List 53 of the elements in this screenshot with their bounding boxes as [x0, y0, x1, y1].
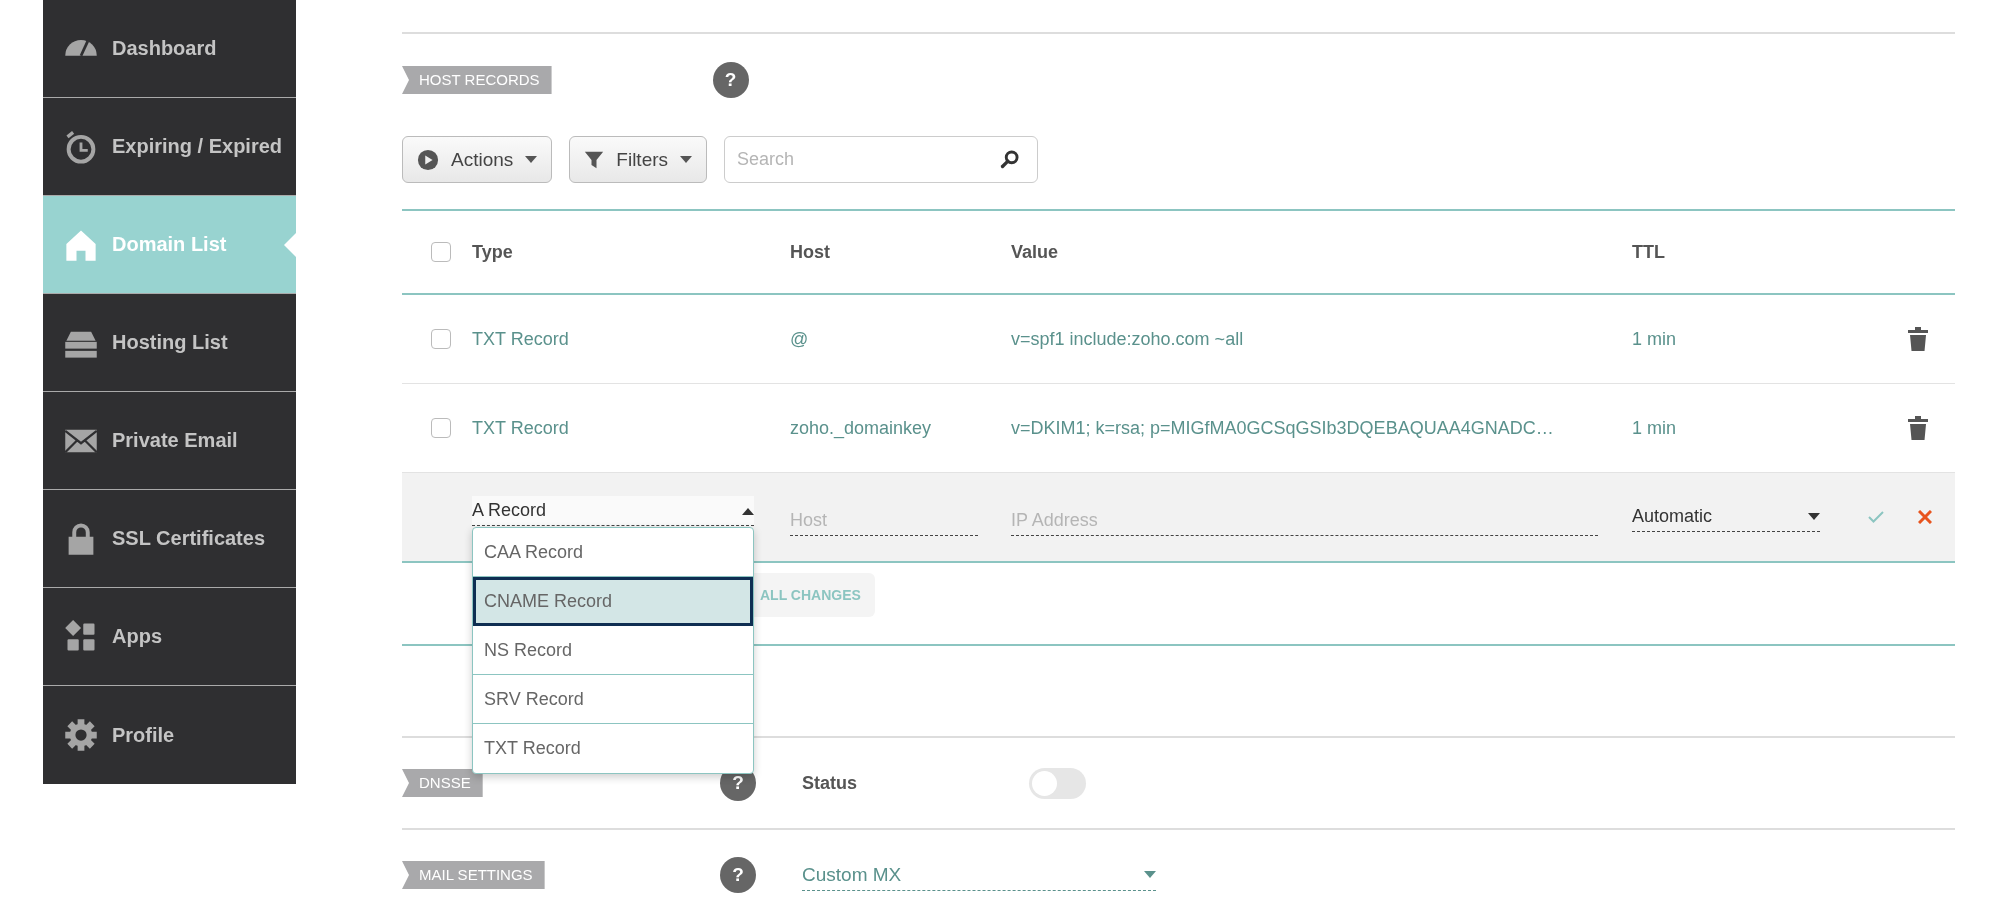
help-button[interactable]: ? [712, 62, 749, 98]
checkbox[interactable] [431, 418, 451, 438]
menu-option[interactable]: CNAME Record [473, 577, 753, 626]
caret-icon [680, 155, 693, 164]
funnel-icon [584, 149, 605, 170]
search-field[interactable]: Search [724, 136, 1039, 183]
column-header: TTL [1632, 241, 1665, 263]
search-icon [1000, 149, 1021, 169]
caret-icon [1808, 512, 1820, 521]
selection-pointer [284, 233, 296, 257]
filters-button[interactable]: Filters [569, 136, 708, 183]
table-cell: 1 min [1632, 328, 1676, 350]
menu-option[interactable]: SRV Record [473, 675, 753, 724]
section-badge: DNSSE [402, 769, 483, 797]
help-button[interactable]: ? [720, 857, 756, 893]
menu-option[interactable]: NS Record [473, 626, 753, 675]
caret-up-icon [742, 506, 754, 515]
caret-icon [1144, 870, 1156, 879]
table-cell: v=spf1 include:zoho.com ~all [1011, 328, 1244, 350]
type-select[interactable]: A Record [472, 496, 754, 526]
ttl-select[interactable]: Automatic [1632, 502, 1820, 532]
checkbox[interactable] [431, 329, 451, 349]
actions-button[interactable]: Actions [402, 136, 553, 183]
section-badge: HOST RECORDS [402, 66, 552, 94]
sidebar-item[interactable]: Apps [43, 588, 296, 686]
host-field[interactable]: Host [790, 506, 978, 536]
sidebar-item[interactable]: Profile [43, 686, 296, 784]
mail-select[interactable]: Custom MX [802, 859, 1156, 891]
column-header: Host [790, 241, 830, 263]
checkbox[interactable] [431, 242, 451, 262]
play-icon [417, 148, 439, 171]
ip-address-field[interactable]: IP Address [1011, 506, 1598, 536]
status-label: Status [802, 772, 858, 794]
sidebar-item[interactable]: SSL Certificates [43, 490, 296, 588]
trash-icon[interactable] [1908, 416, 1928, 440]
table-cell: @ [790, 328, 809, 350]
sidebar-item[interactable]: Private Email [43, 392, 296, 490]
close-icon[interactable] [1918, 510, 1932, 524]
table-cell: TXT Record [472, 328, 569, 350]
column-header: Type [472, 241, 513, 263]
sidebar-item[interactable]: Dashboard [43, 0, 296, 98]
checkmark-icon[interactable] [1868, 511, 1884, 523]
column-header: Value [1011, 241, 1059, 263]
sidebar-item[interactable]: Hosting List [43, 294, 296, 392]
trash-icon[interactable] [1908, 327, 1928, 351]
table-cell: TXT Record [472, 417, 569, 439]
section-badge: MAIL SETTINGS [402, 861, 545, 889]
table-cell: v=DKIM1; k=rsa; p=MIGfMA0GCSqGSIb3DQEBAQUAA4GNADC… [1011, 417, 1554, 439]
caret-icon [525, 155, 538, 164]
table-cell: 1 min [1632, 417, 1676, 439]
table-cell: zoho._domainkey [790, 417, 932, 439]
gear-icon [63, 717, 99, 753]
status-toggle[interactable] [1029, 767, 1086, 799]
